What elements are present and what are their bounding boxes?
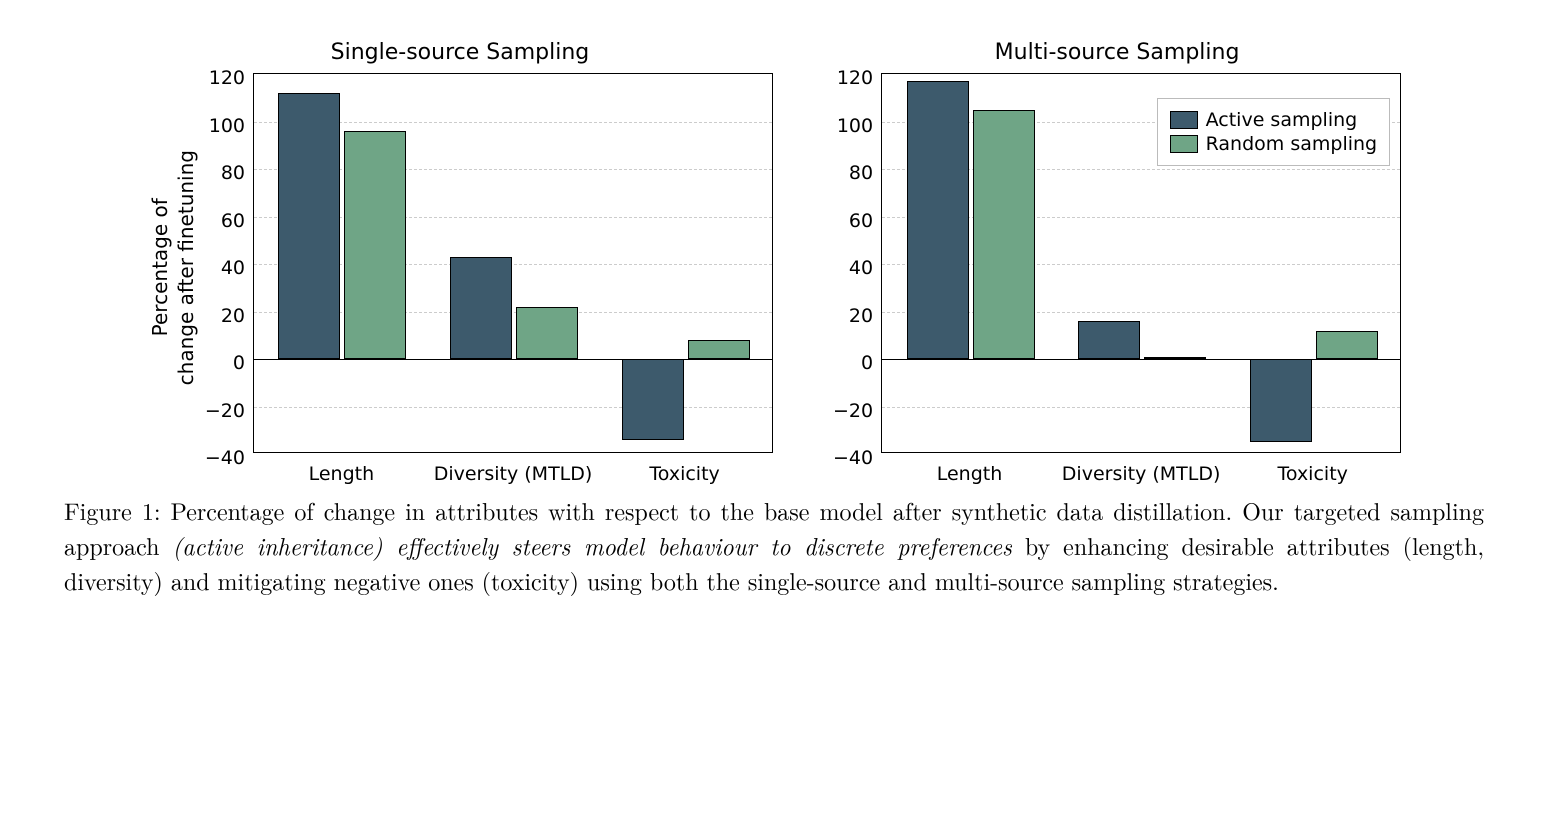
xtick: Length bbox=[937, 463, 1003, 485]
bar bbox=[516, 307, 578, 359]
chart-title-left: Single-source Sampling bbox=[147, 40, 773, 65]
bar bbox=[1078, 321, 1140, 359]
caption-italic: (active inheritance) effectively steers … bbox=[172, 528, 1011, 562]
bar bbox=[344, 131, 406, 359]
legend-entry-random: Random sampling bbox=[1170, 133, 1377, 155]
bar bbox=[688, 340, 750, 359]
bar bbox=[278, 93, 340, 359]
bar bbox=[907, 81, 969, 359]
bar bbox=[1316, 331, 1378, 360]
plot-area-right: Active sampling Random sampling bbox=[881, 73, 1401, 453]
y-axis-ticks-right: 120 100 80 60 40 20 0 −20 −40 bbox=[833, 78, 881, 458]
y-axis-label: Percentage ofchange after finetuning bbox=[147, 150, 199, 385]
figure-caption: Figure 1: Percentage of change in attrib… bbox=[64, 493, 1484, 597]
plot-container-right: 120 100 80 60 40 20 0 −20 −40 Active sam… bbox=[833, 73, 1401, 463]
plot-area-left bbox=[253, 73, 773, 453]
legend-entry-active: Active sampling bbox=[1170, 109, 1377, 131]
xtick: Length bbox=[309, 463, 375, 485]
chart-panel-single-source: Single-source Sampling Percentage ofchan… bbox=[147, 40, 773, 463]
legend-swatch-active bbox=[1170, 111, 1198, 129]
charts-row: Single-source Sampling Percentage ofchan… bbox=[40, 40, 1508, 463]
bar bbox=[622, 359, 684, 440]
chart-legend: Active sampling Random sampling bbox=[1157, 98, 1390, 166]
xtick: Diversity (MTLD) bbox=[1062, 463, 1221, 485]
chart-panel-multi-source: Multi-source Sampling 120 100 80 60 40 2… bbox=[833, 40, 1401, 463]
xtick: Diversity (MTLD) bbox=[434, 463, 593, 485]
bar bbox=[1250, 359, 1312, 442]
legend-swatch-random bbox=[1170, 135, 1198, 153]
y-axis-ticks-left: 120 100 80 60 40 20 0 −20 −40 bbox=[205, 78, 253, 458]
bar bbox=[973, 110, 1035, 359]
plot-container-left: Percentage ofchange after finetuning 120… bbox=[147, 73, 773, 463]
bar bbox=[450, 257, 512, 359]
legend-label: Active sampling bbox=[1206, 109, 1358, 131]
legend-label: Random sampling bbox=[1206, 133, 1377, 155]
xtick: Toxicity bbox=[1278, 463, 1348, 485]
xtick: Toxicity bbox=[649, 463, 719, 485]
chart-title-right: Multi-source Sampling bbox=[833, 40, 1401, 65]
